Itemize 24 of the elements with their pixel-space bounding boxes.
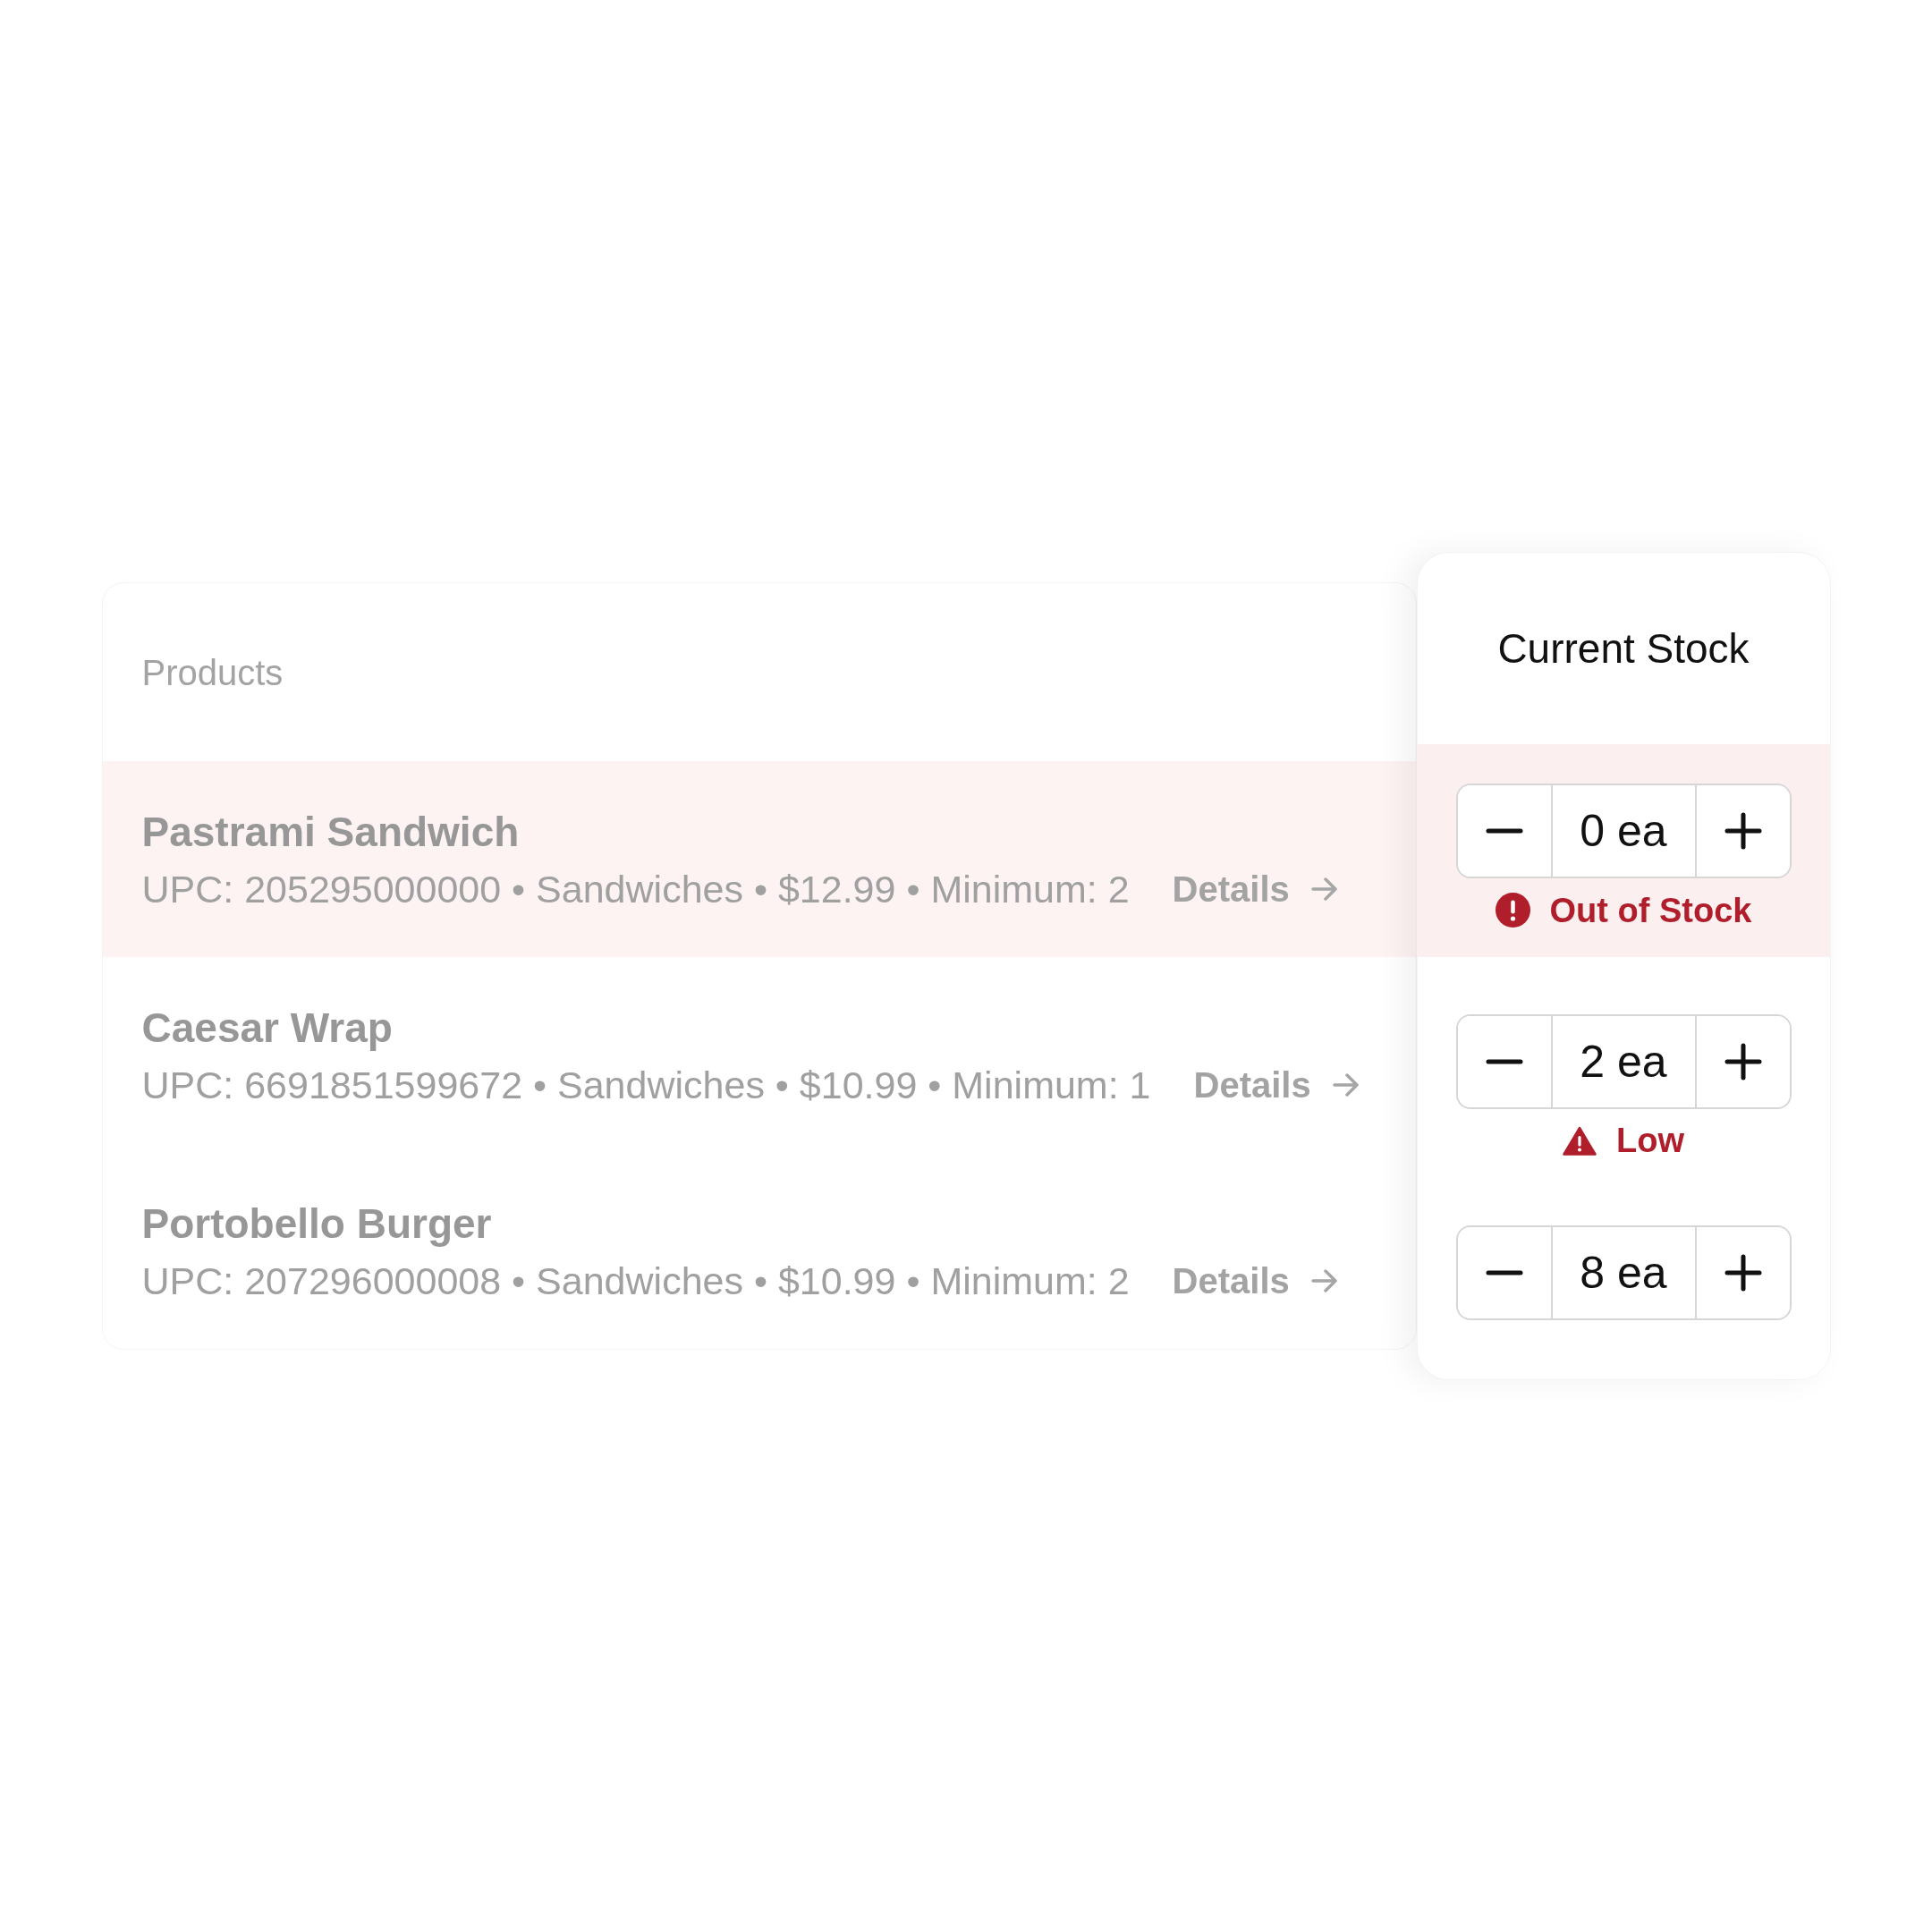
product-details-text: UPC: 6691851599672 • Sandwiches • $10.99 • Minimum: 1 [141,1062,1151,1108]
arrow-right-icon [1332,1072,1360,1097]
status-label: Out of Stock [1549,893,1752,928]
minus-icon [1485,828,1523,834]
warning-triangle-icon [1563,1125,1597,1156]
products-heading: Products [141,651,284,694]
arrow-right-icon [1310,1268,1338,1292]
product-name: Pastrami Sandwich [141,807,520,857]
product-details-text: UPC: 207296000008 • Sandwiches • $10.99 • Minimum: 2 [141,1258,1130,1304]
quantity-field[interactable]: 0 ea [1550,785,1697,877]
product-details-text: UPC: 205295000000 • Sandwiches • $12.99 • Minimum: 2 [141,866,1130,912]
stock-heading: Current Stock [1497,623,1750,674]
minus-icon [1485,1059,1523,1064]
plus-icon [1724,812,1762,850]
product-name: Portobello Burger [141,1199,492,1249]
status-label: Low [1616,1123,1684,1157]
quantity-field[interactable]: 2 ea [1550,1016,1697,1107]
plus-icon [1724,1254,1762,1292]
minus-icon [1485,1270,1523,1275]
plus-icon [1724,1043,1762,1080]
product-name: Caesar Wrap [141,1003,393,1053]
exclamation-circle-icon [1495,893,1530,928]
quantity-field[interactable]: 8 ea [1550,1227,1697,1318]
arrow-right-icon [1310,877,1338,901]
